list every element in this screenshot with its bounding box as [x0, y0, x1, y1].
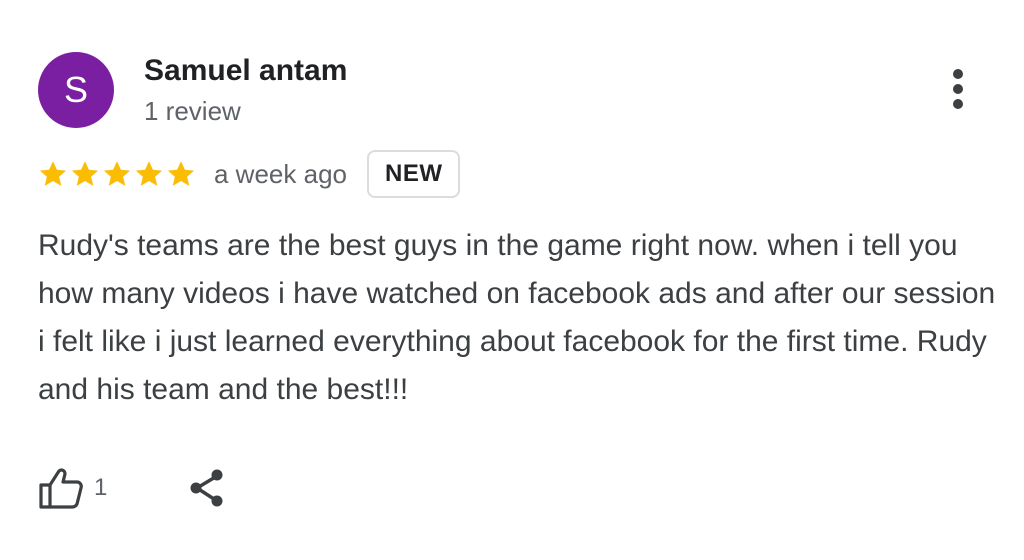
like-button[interactable]: 1 — [38, 467, 107, 509]
reviewer-review-count: 1 review — [144, 96, 241, 126]
avatar[interactable]: S — [38, 52, 114, 128]
star-icon — [103, 161, 131, 186]
avatar-letter: S — [63, 69, 88, 110]
star-icon — [135, 161, 163, 186]
review-date: a week ago — [214, 158, 347, 189]
star-rating — [38, 159, 196, 189]
reviewer-name[interactable]: Samuel antam — [144, 54, 347, 88]
star-icon — [71, 161, 99, 186]
star-icon — [167, 161, 195, 186]
share-button[interactable] — [187, 467, 227, 509]
thumbs-up-icon — [39, 468, 83, 509]
new-badge: NEW — [366, 150, 461, 198]
like-count: 1 — [94, 474, 108, 501]
review-actions: 1 — [38, 460, 227, 516]
rating-row: a week ago NEW — [38, 148, 461, 200]
more-vertical-icon — [953, 69, 963, 109]
share-icon — [190, 469, 223, 507]
review-text: Rudy's teams are the best guys in the ga… — [38, 229, 996, 406]
review-header: S Samuel antam 1 review — [38, 52, 988, 132]
more-options-button[interactable] — [944, 66, 972, 112]
star-icon — [39, 161, 67, 186]
